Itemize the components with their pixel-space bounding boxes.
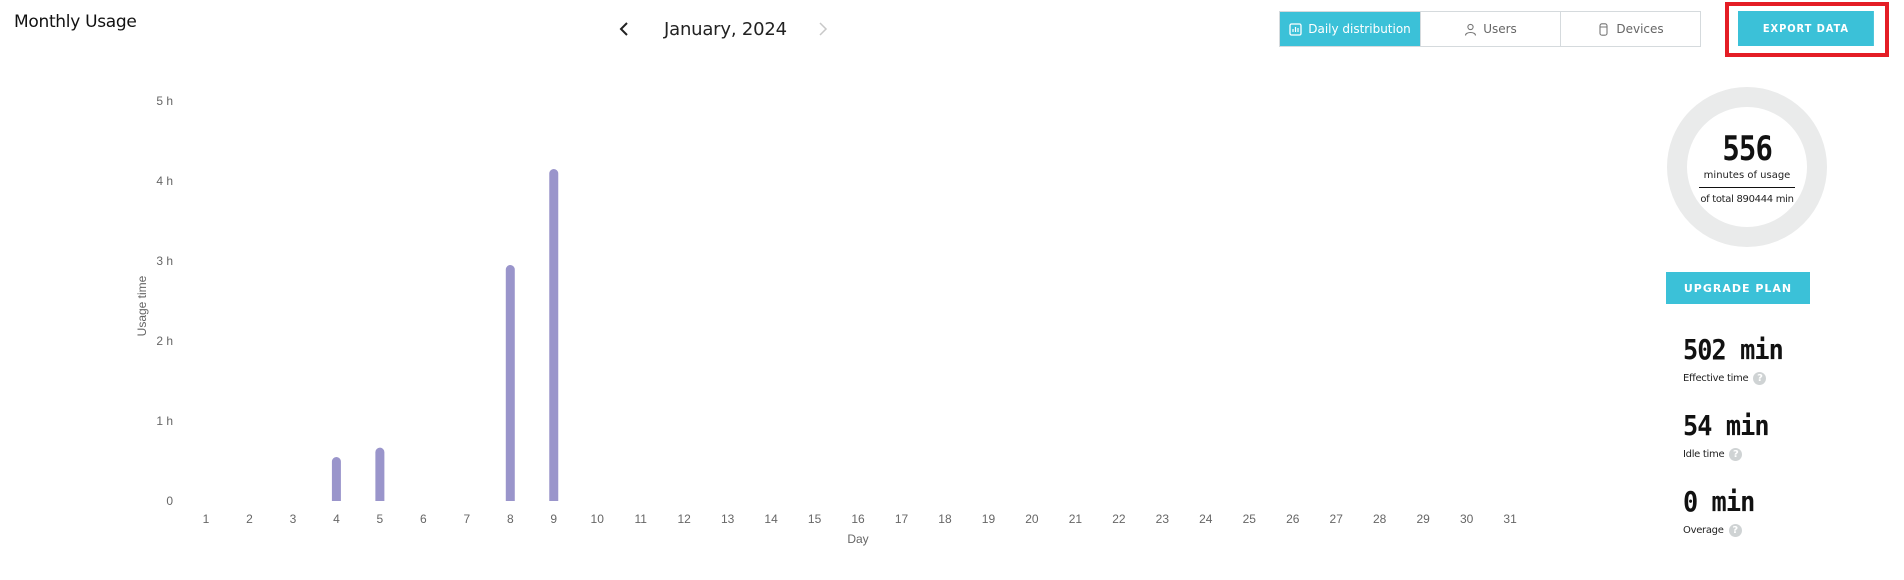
- stat-overage: 0 min Overage?: [1683, 486, 1762, 537]
- x-tick-label: 2: [246, 512, 253, 526]
- y-tick-label: 3 h: [156, 254, 173, 268]
- x-tick-label: 9: [550, 512, 557, 526]
- usage-of-total-label: of total 890444 min: [1700, 193, 1794, 205]
- x-tick-label: 14: [764, 512, 778, 526]
- x-tick-label: 25: [1243, 512, 1257, 526]
- usage-ring: 556 minutes of usage of total 890444 min: [1667, 87, 1827, 247]
- y-tick-label: 2 h: [156, 334, 173, 348]
- bar-chart-icon: [1289, 22, 1302, 36]
- x-tick-label: 18: [938, 512, 952, 526]
- usage-total-minutes: 556: [1722, 128, 1773, 169]
- x-tick-label: 12: [677, 512, 691, 526]
- chevron-left-icon: [619, 22, 628, 36]
- x-tick-label: 8: [507, 512, 514, 526]
- x-tick-label: 26: [1286, 512, 1300, 526]
- x-tick-label: 30: [1460, 512, 1474, 526]
- stat-label: Idle time: [1683, 449, 1725, 460]
- x-tick-label: 28: [1373, 512, 1387, 526]
- x-tick-label: 13: [721, 512, 735, 526]
- x-tick-label: 5: [377, 512, 384, 526]
- stat-value: 0 min: [1683, 485, 1755, 518]
- x-tick-label: 31: [1503, 512, 1517, 526]
- x-tick-label: 24: [1199, 512, 1213, 526]
- x-tick-label: 16: [851, 512, 865, 526]
- x-tick-label: 10: [591, 512, 605, 526]
- tab-daily-distribution[interactable]: Daily distribution: [1280, 12, 1420, 46]
- x-tick-label: 23: [1156, 512, 1170, 526]
- x-tick-label: 21: [1069, 512, 1083, 526]
- bar-day-9[interactable]: [549, 169, 559, 501]
- usage-unit-label: minutes of usage: [1699, 170, 1795, 188]
- daily-usage-chart: 01 h2 h3 h4 h5 h Usage time 1 2 3 4 5 6 7 8 9 10 11 1…: [0, 60, 1600, 560]
- tab-label: Users: [1483, 22, 1517, 36]
- export-data-button[interactable]: EXPORT DATA: [1738, 11, 1874, 46]
- month-navigator: January, 2024: [612, 14, 835, 44]
- device-icon: [1599, 22, 1608, 36]
- x-tick-label: 1: [203, 512, 210, 526]
- x-tick-label: 6: [420, 512, 427, 526]
- y-tick-label: 5 h: [156, 94, 173, 108]
- bar-day-4[interactable]: [331, 457, 341, 501]
- next-month-button[interactable]: [811, 14, 835, 44]
- x-tick-label: 19: [982, 512, 996, 526]
- x-tick-label: 20: [1025, 512, 1039, 526]
- tab-devices[interactable]: Devices: [1560, 12, 1700, 46]
- x-tick-label: 3: [290, 512, 297, 526]
- stat-label: Effective time: [1683, 373, 1749, 384]
- view-tabs: Daily distribution Users Devices: [1279, 11, 1701, 47]
- stat-idle-time: 54 min Idle time?: [1683, 410, 1778, 461]
- y-tick-label: 4 h: [156, 174, 173, 188]
- current-month-label: January, 2024: [664, 18, 787, 40]
- stat-value: 54 min: [1683, 409, 1770, 442]
- previous-month-button[interactable]: [612, 14, 636, 44]
- chart-svg: 01 h2 h3 h4 h5 hUsage time1 2 3 4 5 6 7 8 9 10 11 1…: [135, 94, 1517, 546]
- question-circle-icon[interactable]: ?: [1729, 448, 1743, 461]
- stat-effective-time: 502 min Effective time?: [1683, 334, 1794, 385]
- upgrade-plan-button[interactable]: UPGRADE PLAN: [1666, 272, 1810, 304]
- tab-label: Devices: [1616, 22, 1664, 36]
- stat-label: Overage: [1683, 525, 1724, 536]
- tab-users[interactable]: Users: [1420, 12, 1560, 46]
- chevron-right-icon: [819, 22, 827, 36]
- x-tick-label: 27: [1330, 512, 1344, 526]
- x-tick-label: 29: [1416, 512, 1430, 526]
- y-axis-title: Usage time: [135, 275, 149, 336]
- y-tick-label: 1 h: [156, 414, 173, 428]
- question-circle-icon[interactable]: ?: [1728, 524, 1742, 537]
- stat-value: 502 min: [1683, 333, 1784, 366]
- x-tick-label: 22: [1112, 512, 1126, 526]
- x-tick-label: 4: [333, 512, 340, 526]
- page-title: Monthly Usage: [14, 12, 137, 32]
- x-tick-label: 11: [634, 512, 647, 526]
- user-icon: [1465, 23, 1477, 36]
- x-tick-label: 17: [895, 512, 909, 526]
- bar-day-8[interactable]: [505, 265, 515, 501]
- x-axis-title: Day: [847, 532, 868, 546]
- tab-label: Daily distribution: [1308, 22, 1411, 36]
- x-tick-label: 15: [808, 512, 822, 526]
- bar-day-5[interactable]: [375, 447, 385, 501]
- y-tick-label: 0: [166, 494, 173, 508]
- x-tick-label: 7: [463, 512, 470, 526]
- question-circle-icon[interactable]: ?: [1753, 372, 1767, 385]
